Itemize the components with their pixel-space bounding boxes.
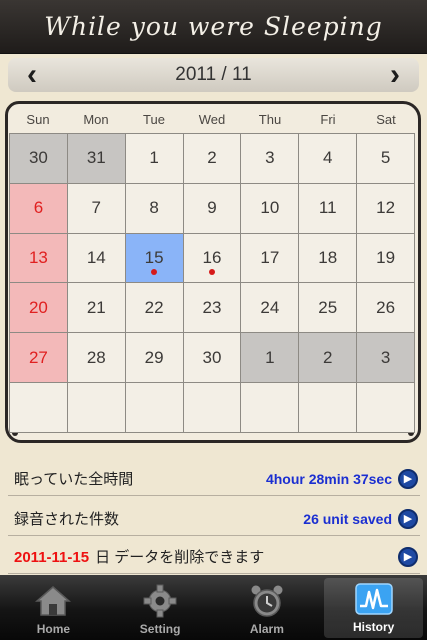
disclosure-chevron-icon[interactable]: ▶	[398, 546, 418, 567]
recordings-label: 録音された件数	[14, 511, 120, 528]
delete-date: 2011-11-15	[14, 549, 90, 566]
calendar-day-cell[interactable]: 29	[125, 333, 184, 384]
total-sleep-label: 眠っていた全時間	[14, 471, 134, 488]
calendar-day-cell[interactable]: 6	[10, 183, 68, 234]
calendar-day-cell[interactable]: 30	[10, 134, 68, 184]
calendar-day-cell[interactable]: 7	[67, 183, 126, 234]
calendar-day-cell[interactable]: 21	[67, 283, 126, 334]
next-month-button[interactable]: ›	[383, 60, 407, 90]
calendar-empty-cell	[357, 383, 415, 433]
calendar-empty-cell	[10, 383, 68, 433]
weekday-mon: Mon	[83, 112, 109, 127]
calendar-day-cell[interactable]: 1	[125, 134, 184, 184]
calendar-day-cell[interactable]: 13	[10, 233, 68, 284]
calendar-day-cell[interactable]: 20	[10, 283, 68, 334]
recording-marker-icon	[151, 269, 158, 276]
calendar-day-cell[interactable]: 23	[183, 283, 242, 334]
calendar-day-cell[interactable]: 17	[241, 233, 300, 284]
calendar-day-cell[interactable]: 2	[299, 333, 358, 384]
weekday-tue: Tue	[143, 112, 165, 127]
calendar-empty-cell	[241, 383, 300, 433]
tab-alarm[interactable]: Alarm	[214, 575, 321, 640]
delete-data-row[interactable]: 2011-11-15 日 データを削除できます ▶	[8, 540, 420, 574]
waveform-icon	[354, 583, 393, 615]
calendar-day-cell[interactable]: 26	[357, 283, 415, 334]
calendar-empty-cell	[67, 383, 126, 433]
calendar-day-cell[interactable]: 18	[299, 233, 358, 284]
calendar-day-cell[interactable]: 14	[67, 233, 126, 284]
tab-home[interactable]: Home	[0, 575, 107, 640]
total-sleep-row[interactable]: 眠っていた全時間 4hour 28min 37sec ▶	[8, 462, 420, 496]
calendar-grid: 30 31 1 2 3 4 5 6 7 8 9 10 11 12 13 14 15 16 17 18 19 20 21 22 2…	[9, 133, 415, 433]
delete-data-label: 2011-11-15 日 データを削除できます	[8, 546, 398, 567]
calendar-day-cell[interactable]: 2	[183, 134, 242, 184]
home-icon	[35, 586, 72, 616]
calendar-day-cell[interactable]: 25	[299, 283, 358, 334]
calendar-empty-cell	[125, 383, 184, 433]
recordings-value: 26 unit saved	[303, 510, 392, 527]
calendar-empty-cell	[183, 383, 242, 433]
disclosure-chevron-icon[interactable]: ▶	[398, 468, 418, 489]
tab-alarm-label: Alarm	[249, 622, 284, 636]
calendar-day-cell[interactable]: 9	[183, 183, 242, 234]
weekday-sun: Sun	[26, 112, 50, 127]
calendar-day-cell[interactable]: 16	[183, 233, 242, 284]
calendar-day-cell[interactable]: 22	[125, 283, 184, 334]
calendar-day-cell[interactable]: 10	[241, 183, 300, 234]
calendar-day-cell[interactable]: 3	[241, 134, 300, 184]
total-sleep-value: 4hour 28min 37sec	[265, 470, 392, 487]
calendar-day-cell[interactable]: 27	[10, 333, 68, 384]
month-navigator: ‹ 2011 / 11 ›	[8, 58, 419, 92]
tab-history[interactable]: History	[324, 578, 423, 638]
calendar-day-cell[interactable]: 19	[357, 233, 415, 284]
calendar-day-cell[interactable]: 15	[125, 233, 184, 284]
tab-setting-label: Setting	[139, 622, 181, 636]
calendar-day-cell[interactable]: 1	[241, 333, 300, 384]
app-title-bar: While you were Sleeping	[0, 0, 427, 54]
calendar-day-cell[interactable]: 12	[357, 183, 415, 234]
recordings-row[interactable]: 録音された件数 26 unit saved ▶	[8, 502, 420, 536]
calendar-empty-cell	[299, 383, 358, 433]
app-title: While you were Sleeping	[44, 12, 383, 41]
month-label: 2011 / 11	[175, 64, 252, 85]
previous-month-button[interactable]: ‹	[20, 60, 44, 90]
weekday-header: Sun Mon Tue Wed Thu Fri Sat	[9, 112, 415, 132]
tab-bar: Home Setting Alarm History	[0, 575, 427, 640]
tab-history-label: History	[352, 620, 395, 634]
gear-icon	[143, 584, 177, 618]
recording-marker-icon	[208, 269, 215, 276]
calendar-day-cell[interactable]: 31	[67, 134, 126, 184]
weekday-thu: Thu	[258, 112, 282, 127]
calendar-day-cell[interactable]: 11	[299, 183, 358, 234]
weekday-sat: Sat	[376, 112, 396, 127]
weekday-fri: Fri	[320, 112, 336, 127]
tab-home-label: Home	[36, 622, 71, 636]
calendar-day-cell[interactable]: 5	[357, 134, 415, 184]
calendar-day-cell[interactable]: 28	[67, 333, 126, 384]
weekday-wed: Wed	[198, 112, 226, 127]
tab-setting[interactable]: Setting	[107, 575, 214, 640]
disclosure-chevron-icon[interactable]: ▶	[398, 508, 418, 529]
delete-text: 日 データを削除できます	[95, 549, 265, 566]
calendar-day-cell[interactable]: 4	[299, 134, 358, 184]
calendar-day-cell[interactable]: 30	[183, 333, 242, 384]
alarm-clock-icon	[251, 585, 283, 617]
calendar-day-cell[interactable]: 24	[241, 283, 300, 334]
calendar-day-cell[interactable]: 8	[125, 183, 184, 234]
calendar-day-cell[interactable]: 3	[357, 333, 415, 384]
